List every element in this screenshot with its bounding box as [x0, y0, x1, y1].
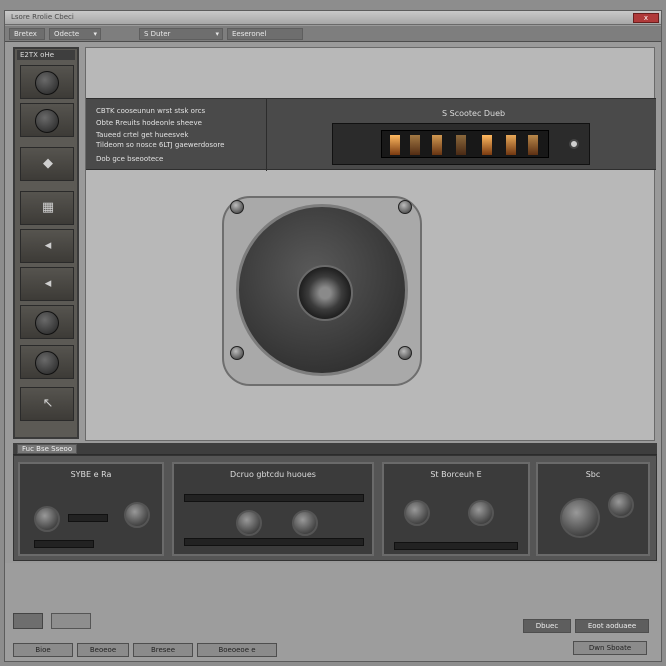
slot	[68, 514, 108, 522]
bolt-icon	[230, 346, 244, 360]
pointer-icon: ◆	[43, 156, 53, 171]
section-header: Fuc Bse Sseoo	[13, 443, 657, 455]
component-panel-1[interactable]: SYBE e Ra	[18, 462, 164, 556]
readout-segment	[456, 135, 466, 155]
device-hub	[297, 265, 353, 321]
dial-knob-icon[interactable]	[34, 506, 60, 532]
small-field[interactable]	[51, 613, 91, 629]
tool-button-1[interactable]	[20, 65, 74, 99]
readout-segment	[528, 135, 538, 155]
dial-knob-icon[interactable]	[468, 500, 494, 526]
info-line-4: Tildeom so nosce 6LTJ gaewerdosore	[96, 141, 225, 149]
component-strip: SYBE e Ra Dcruo gbtcdu huoues St Borceuh…	[13, 455, 657, 561]
device-body	[236, 204, 408, 376]
dial-knob-icon[interactable]	[608, 492, 634, 518]
footer-button-1[interactable]: Bioe	[13, 643, 73, 657]
slot	[34, 540, 94, 548]
app-window: Lsore Rrolie Cbeci x Bretex Odecte S Dut…	[4, 10, 662, 662]
info-line-5: Dob gce bseootece	[96, 155, 164, 163]
dial-knob-icon[interactable]	[292, 510, 318, 536]
component-panel-4[interactable]: Sbc	[536, 462, 650, 556]
tool-palette-title: E2TX oHe	[17, 50, 75, 60]
info-line-3: Taueed crtel get hueesvek	[96, 131, 189, 139]
footer-button-3[interactable]: Bresee	[133, 643, 193, 657]
readout-segment	[390, 135, 400, 155]
main-canvas[interactable]: CBTK cooseunun wrst stsk orcs Obte Rreui…	[85, 47, 656, 441]
tool-palette: E2TX oHe ◆ ▦ ◂ ◂ ↖	[13, 47, 79, 439]
tool-button-9[interactable]: ↖	[20, 387, 74, 421]
panel-label: Dcruo gbtcdu huoues	[230, 470, 316, 479]
corner-button[interactable]: Dwn Sboate	[573, 641, 647, 655]
toggle-control[interactable]	[13, 613, 43, 629]
tool-button-2[interactable]	[20, 103, 74, 137]
section-tab[interactable]: Fuc Bse Sseoo	[17, 444, 78, 454]
readout-segment	[506, 135, 516, 155]
dial-knob-icon[interactable]	[560, 498, 600, 538]
tool-button-3[interactable]: ◆	[20, 147, 74, 181]
readout-segment	[482, 135, 492, 155]
tool-button-5[interactable]: ◂	[20, 229, 74, 263]
display-title: S Scootec Dueb	[442, 109, 506, 118]
pointer-icon: ◂	[44, 238, 52, 253]
tool-button-8[interactable]	[20, 345, 74, 379]
pointer-icon: ◂	[44, 276, 52, 291]
dial-knob-icon[interactable]	[124, 502, 150, 528]
footer-button-2[interactable]: Beoeoe	[77, 643, 129, 657]
panel-label: SYBE e Ra	[70, 470, 112, 479]
dial-knob-icon	[35, 351, 59, 375]
info-line-2: Obte Rreuits hodeonle sheeve	[96, 119, 202, 127]
toolbar-menu-1[interactable]: Bretex	[9, 28, 45, 40]
dial-knob-icon	[35, 109, 59, 133]
dial-knob-icon	[35, 71, 59, 95]
info-line-1: CBTK cooseunun wrst stsk orcs	[96, 107, 206, 115]
component-panel-2[interactable]: Dcruo gbtcdu huoues	[172, 462, 374, 556]
window-title: Lsore Rrolie Cbeci	[11, 13, 74, 21]
slot	[394, 542, 518, 550]
tool-button-4[interactable]: ▦	[20, 191, 74, 225]
readout-display	[332, 123, 590, 165]
toolbar: Bretex Odecte S Duter Eeseronel	[5, 26, 661, 42]
tool-button-6[interactable]: ◂	[20, 267, 74, 301]
readout-strip	[381, 130, 549, 158]
device-model[interactable]	[222, 196, 422, 386]
bolt-icon	[398, 200, 412, 214]
indicator-button[interactable]	[569, 139, 579, 149]
slot	[184, 494, 364, 502]
footer: Bioe Beoeoe Bresee Boeoeoe e Dbuec Eoot …	[5, 563, 661, 661]
grid-icon: ▦	[41, 200, 55, 215]
readout-segment	[410, 135, 420, 155]
dial-knob-icon[interactable]	[236, 510, 262, 536]
readout-segment	[432, 135, 442, 155]
toolbar-dropdown-1[interactable]: Odecte	[49, 28, 101, 40]
info-bar: CBTK cooseunun wrst stsk orcs Obte Rreui…	[86, 98, 656, 171]
dial-knob-icon[interactable]	[404, 500, 430, 526]
panel-label: Sbc	[585, 470, 601, 479]
panel-label: St Borceuh E	[430, 470, 482, 479]
footer-right-button-2[interactable]: Eoot aoduaee	[575, 619, 649, 633]
dial-knob-icon	[35, 311, 59, 335]
tool-button-7[interactable]	[20, 305, 74, 339]
toolbar-dropdown-2[interactable]: S Duter	[139, 28, 223, 40]
title-bar: Lsore Rrolie Cbeci x	[5, 11, 661, 25]
close-button[interactable]: x	[633, 13, 659, 23]
info-divider	[266, 99, 267, 171]
toolbar-menu-2[interactable]: Eeseronel	[227, 28, 303, 40]
bolt-icon	[398, 346, 412, 360]
footer-right-button-1[interactable]: Dbuec	[523, 619, 571, 633]
slot	[184, 538, 364, 546]
footer-button-4[interactable]: Boeoeoe e	[197, 643, 277, 657]
bolt-icon	[230, 200, 244, 214]
component-panel-3[interactable]: St Borceuh E	[382, 462, 530, 556]
arrow-icon: ↖	[42, 396, 54, 411]
